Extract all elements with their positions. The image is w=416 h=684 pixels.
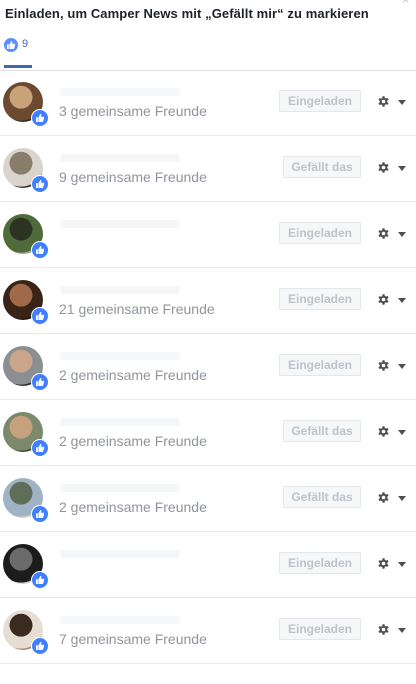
mutual-friends-count: 2 gemeinsame Freunde: [59, 499, 207, 515]
already-liked-button[interactable]: Gefällt das: [283, 156, 361, 178]
chevron-down-icon[interactable]: [398, 430, 406, 435]
mutual-friends-count: 3 gemeinsame Freunde: [59, 103, 207, 119]
invited-button[interactable]: Eingeladen: [279, 552, 361, 574]
chevron-down-icon[interactable]: [398, 100, 406, 105]
invite-dialog: × Einladen, um Camper News mit „Gefällt …: [0, 0, 416, 684]
chevron-down-icon[interactable]: [398, 166, 406, 171]
dialog-title: Einladen, um Camper News mit „Gefällt mi…: [5, 6, 369, 21]
like-badge-icon: [31, 307, 49, 325]
like-badge-icon: [31, 373, 49, 391]
tab-bar: 9: [0, 28, 416, 71]
like-badge-icon: [31, 637, 49, 655]
person-name-redacted: [60, 154, 180, 162]
person-name-redacted: [60, 88, 180, 96]
like-badge-icon: [31, 571, 49, 589]
gear-icon[interactable]: [377, 557, 390, 570]
invited-button[interactable]: Eingeladen: [279, 618, 361, 640]
gear-icon[interactable]: [377, 161, 390, 174]
invited-button[interactable]: Eingeladen: [279, 288, 361, 310]
list-item: 7 gemeinsame Freunde Eingeladen: [0, 598, 416, 664]
list-item: Eingeladen: [0, 202, 416, 268]
person-name-redacted: [60, 352, 180, 360]
person-name-redacted: [60, 616, 180, 624]
list-item: 2 gemeinsame Freunde Gefällt das: [0, 400, 416, 466]
mutual-friends-count: 9 gemeinsame Freunde: [59, 169, 207, 185]
list-item: 2 gemeinsame Freunde Gefällt das: [0, 466, 416, 532]
chevron-down-icon[interactable]: [398, 232, 406, 237]
person-name-redacted: [60, 484, 180, 492]
already-liked-button[interactable]: Gefällt das: [283, 486, 361, 508]
like-badge-icon: [31, 241, 49, 259]
invited-button[interactable]: Eingeladen: [279, 90, 361, 112]
mutual-friends-count: 2 gemeinsame Freunde: [59, 367, 207, 383]
gear-icon[interactable]: [377, 359, 390, 372]
list-item: 9 gemeinsame Freunde Gefällt das: [0, 136, 416, 202]
gear-icon[interactable]: [377, 491, 390, 504]
chevron-down-icon[interactable]: [398, 364, 406, 369]
chevron-down-icon[interactable]: [398, 496, 406, 501]
list-item: 2 gemeinsame Freunde Eingeladen: [0, 334, 416, 400]
invited-button[interactable]: Eingeladen: [279, 354, 361, 376]
tab-count: 9: [22, 38, 29, 50]
gear-icon[interactable]: [377, 95, 390, 108]
like-badge-icon: [31, 439, 49, 457]
gear-icon[interactable]: [377, 623, 390, 636]
already-liked-button[interactable]: Gefällt das: [283, 420, 361, 442]
person-name-redacted: [60, 418, 180, 426]
person-name-redacted: [60, 550, 180, 558]
gear-icon[interactable]: [377, 425, 390, 438]
list-item: 21 gemeinsame Freunde Eingeladen: [0, 268, 416, 334]
chevron-down-icon[interactable]: [398, 562, 406, 567]
mutual-friends-count: 7 gemeinsame Freunde: [59, 631, 207, 647]
list-item: 3 gemeinsame Freunde Eingeladen: [0, 70, 416, 136]
like-badge-icon: [31, 505, 49, 523]
gear-icon[interactable]: [377, 227, 390, 240]
person-name-redacted: [60, 286, 180, 294]
close-icon[interactable]: ×: [402, 0, 414, 6]
people-list: 3 gemeinsame Freunde Eingeladen 9 gemeinsa…: [0, 70, 416, 664]
chevron-down-icon[interactable]: [398, 628, 406, 633]
invited-button[interactable]: Eingeladen: [279, 222, 361, 244]
gear-icon[interactable]: [377, 293, 390, 306]
like-badge-icon: [31, 175, 49, 193]
chevron-down-icon[interactable]: [398, 298, 406, 303]
like-icon: [4, 38, 18, 52]
mutual-friends-count: 2 gemeinsame Freunde: [59, 433, 207, 449]
mutual-friends-count: 21 gemeinsame Freunde: [59, 301, 215, 317]
tab-likes[interactable]: 9: [4, 36, 32, 68]
list-item: Eingeladen: [0, 532, 416, 598]
person-name-redacted: [60, 220, 180, 228]
like-badge-icon: [31, 109, 49, 127]
